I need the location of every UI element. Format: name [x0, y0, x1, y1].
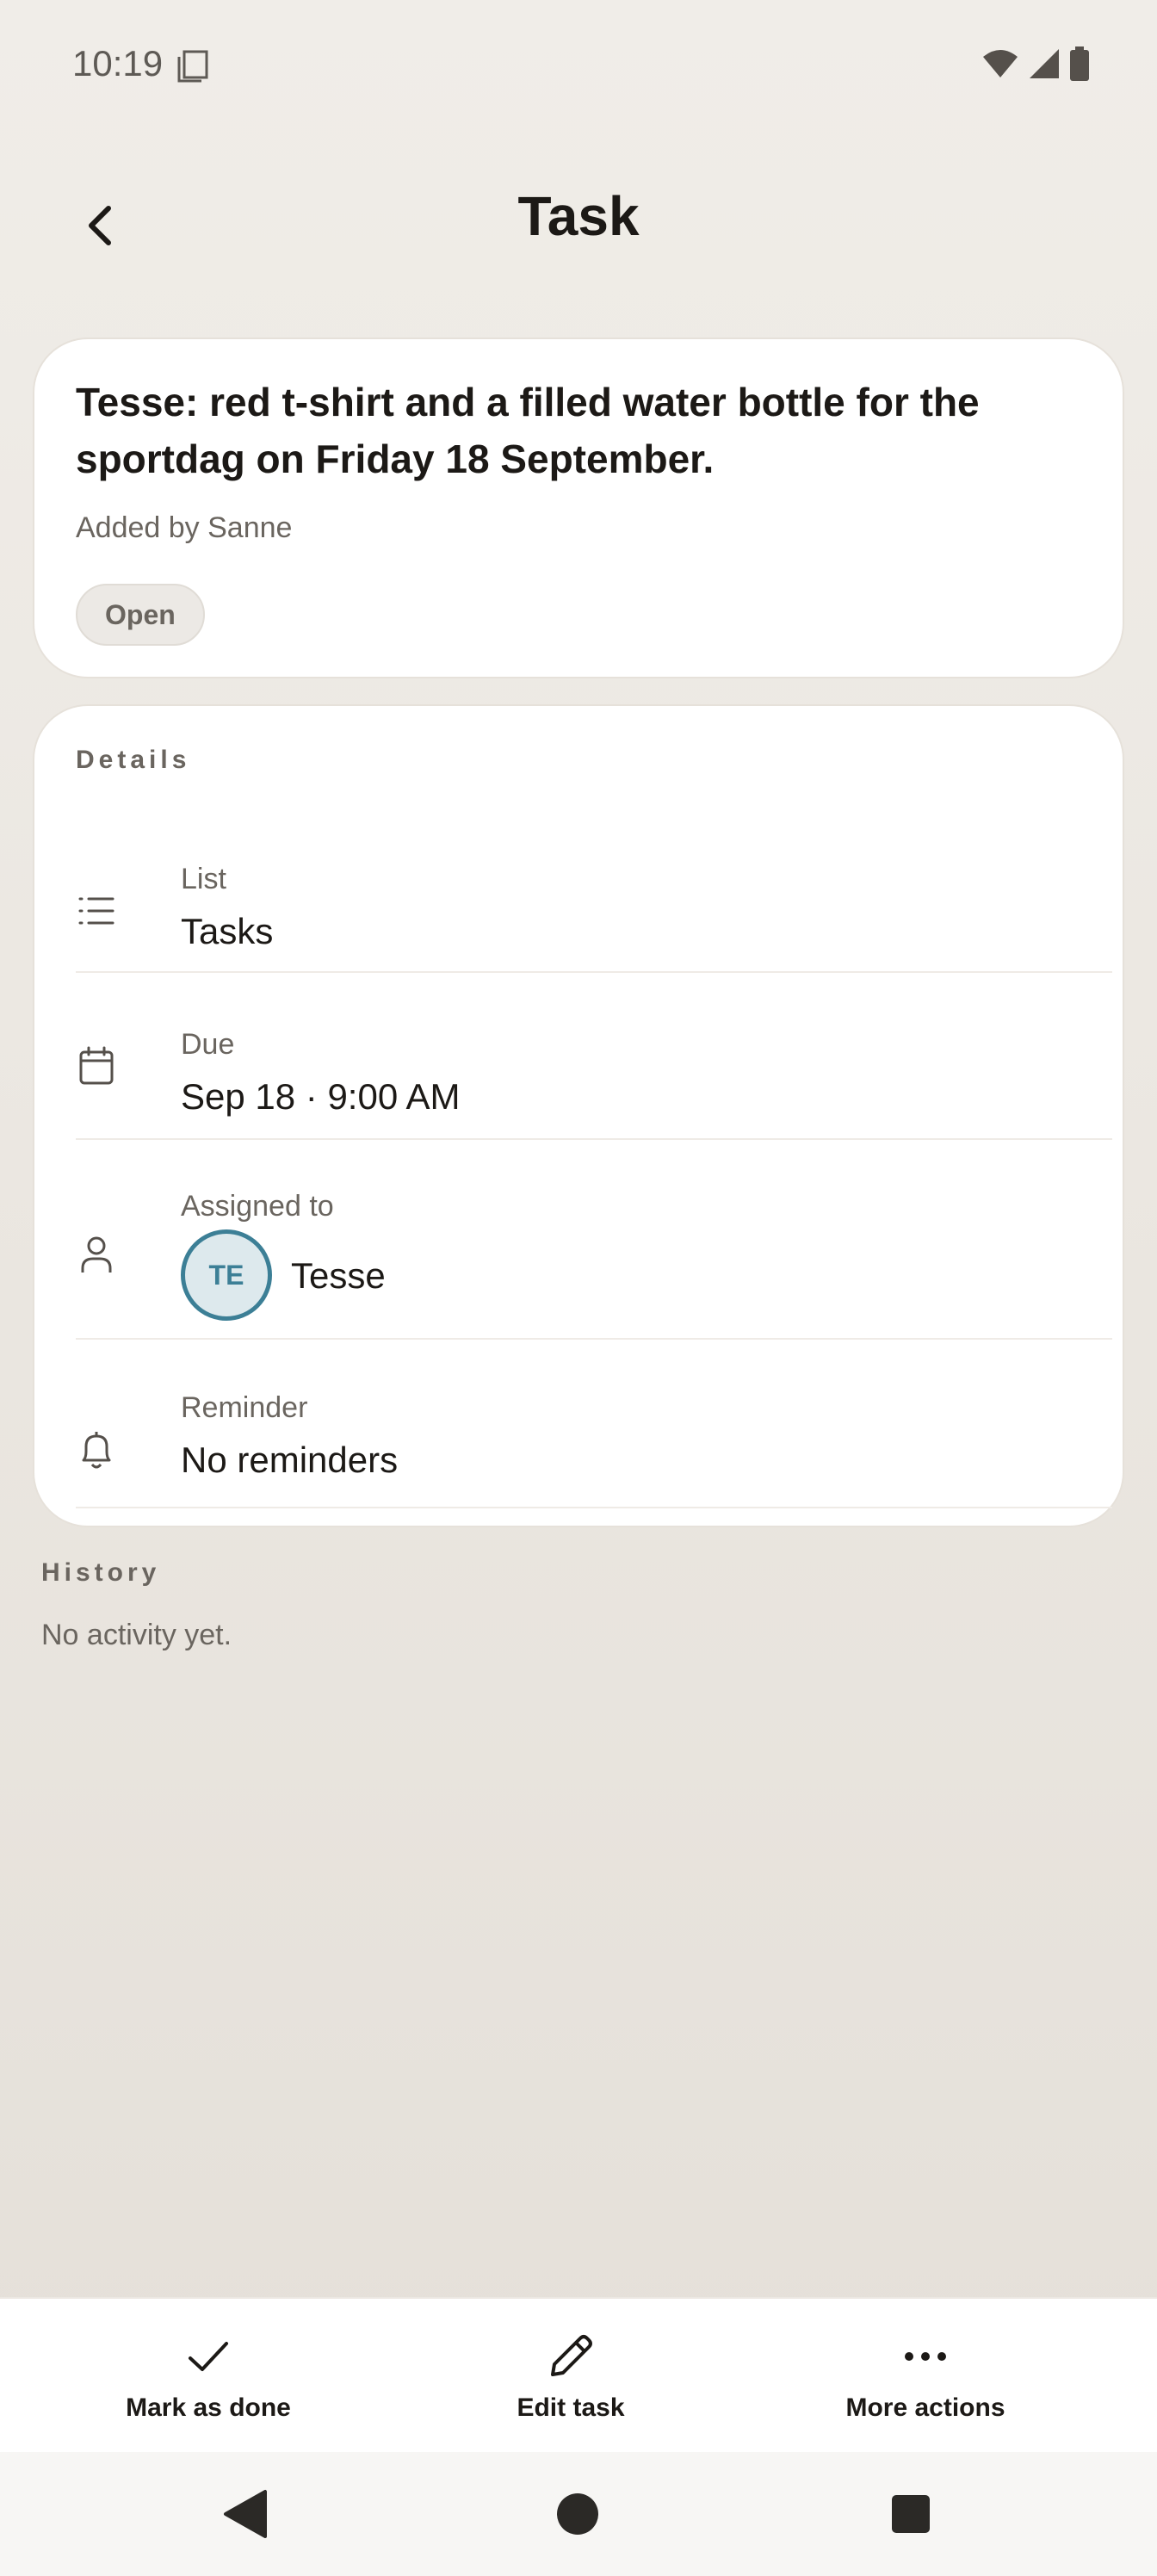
- nav-home-button[interactable]: [547, 2483, 609, 2545]
- mark-as-done-button[interactable]: Mark as done: [122, 2299, 294, 2454]
- page-title: Task: [517, 185, 640, 247]
- reminder-value: No reminders: [181, 1440, 399, 1480]
- task-summary-card: Tesse: red t-shirt and a filled water bo…: [33, 337, 1124, 678]
- nav-back-button[interactable]: [213, 2483, 275, 2545]
- more-actions-button[interactable]: More actions: [822, 2299, 1029, 2454]
- detail-row-list[interactable]: List Tasks: [76, 827, 1112, 973]
- avatar: TE: [181, 1229, 272, 1321]
- wifi-icon: [981, 48, 1019, 84]
- status-time: 10:19: [72, 43, 164, 84]
- edit-task-label: Edit task: [517, 2393, 625, 2422]
- bell-icon: [76, 1429, 117, 1471]
- nav-home-icon: [557, 2493, 598, 2535]
- person-icon: [76, 1235, 117, 1276]
- pencil-icon: [546, 2331, 596, 2381]
- system-nav-bar: [0, 2452, 1157, 2576]
- checkmark-icon: [187, 2331, 230, 2381]
- list-icon: [76, 890, 117, 932]
- details-section-label: Details: [76, 746, 191, 774]
- detail-row-due[interactable]: Due Sep 18 · 9:00 AM: [76, 973, 1112, 1140]
- task-added-by: Added by Sanne: [76, 511, 293, 544]
- history-section-label: History: [41, 1558, 161, 1587]
- task-title: Tesse: red t-shirt and a filled water bo…: [76, 380, 980, 481]
- list-value: Tasks: [181, 911, 274, 951]
- detail-row-reminder[interactable]: Reminder No reminders: [76, 1340, 1112, 1508]
- nav-back-icon: [224, 2490, 267, 2538]
- cellular-icon: [1028, 47, 1061, 84]
- calendar-icon: [76, 1045, 117, 1087]
- more-dots-icon: [903, 2331, 948, 2381]
- nav-recents-icon: [892, 2495, 930, 2533]
- reminder-label: Reminder: [181, 1391, 308, 1424]
- mark-as-done-label: Mark as done: [126, 2393, 291, 2422]
- edit-task-button[interactable]: Edit task: [485, 2299, 657, 2454]
- more-actions-label: More actions: [845, 2393, 1005, 2422]
- battery-icon: [1069, 46, 1090, 85]
- list-label: List: [181, 863, 226, 895]
- due-label: Due: [181, 1028, 235, 1061]
- nav-recents-button[interactable]: [880, 2483, 942, 2545]
- document-icon: [176, 48, 210, 87]
- history-empty-text: No activity yet.: [41, 1619, 232, 1651]
- assignee-name: Tesse: [291, 1255, 386, 1296]
- detail-row-assigned[interactable]: Assigned to TE Tesse: [76, 1140, 1112, 1340]
- due-value: Sep 18 · 9:00 AM: [181, 1076, 461, 1117]
- bottom-action-bar: Mark as done Edit task More actions: [0, 2297, 1157, 2452]
- status-badge: Open: [76, 584, 205, 646]
- status-icons: [981, 46, 1090, 85]
- details-card: Details List Tasks Due Sep 18 · 9:00 AM …: [33, 704, 1124, 1527]
- top-app-bar: Task: [0, 164, 1157, 276]
- assigned-label: Assigned to: [181, 1190, 334, 1223]
- status-bar: 10:19: [0, 0, 1157, 129]
